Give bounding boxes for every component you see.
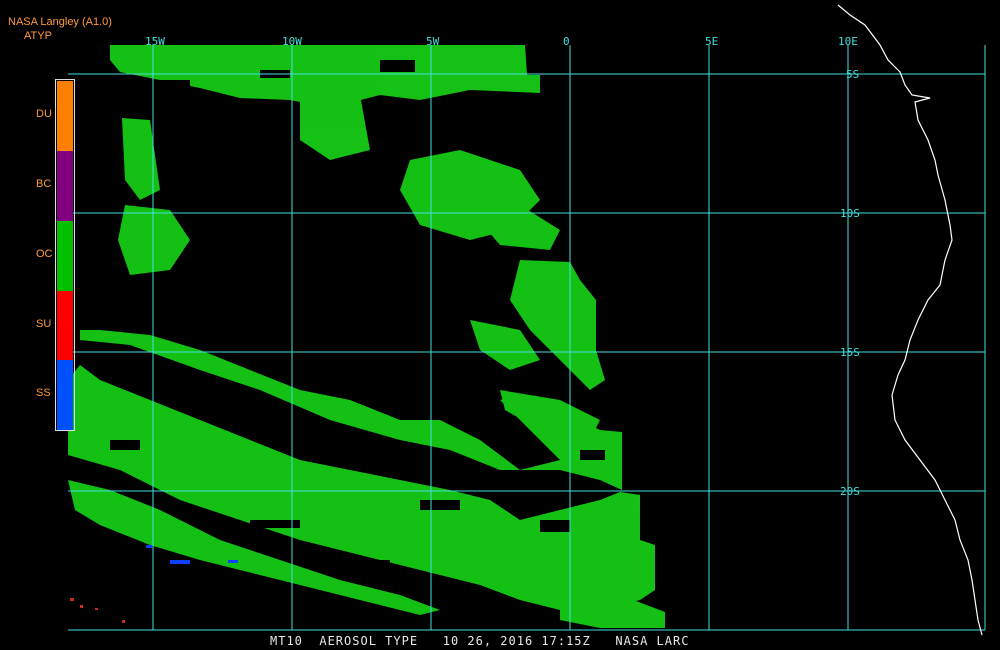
map-footer-caption: MT10 AEROSOL TYPE 10 26, 2016 17:15Z NAS… — [270, 634, 690, 648]
lon-label: 5W — [426, 35, 440, 48]
legend-swatch-oc — [57, 221, 73, 291]
legend-label-su: SU — [36, 318, 52, 330]
legend-label-du: DU — [36, 108, 52, 120]
legend-swatch-bc — [57, 151, 73, 221]
legend-label-ss: SS — [36, 387, 51, 399]
aerosol-type-map: 15W 10W 5W 0 5E 10E 5S 10S 15S 20S — [0, 0, 1000, 650]
lon-label: 0 — [563, 35, 570, 48]
lon-label: 10W — [282, 35, 302, 48]
product-source-title: NASA Langley (A1.0) — [8, 16, 112, 28]
legend-swatch-su — [57, 291, 73, 361]
product-code: ATYP — [24, 30, 52, 42]
legend-label-bc: BC — [36, 178, 52, 190]
lat-label: 10S — [840, 207, 860, 220]
lon-label: 10E — [838, 35, 858, 48]
legend-label-oc: OC — [36, 248, 53, 260]
color-legend — [55, 79, 75, 431]
lat-label: 5S — [846, 68, 859, 81]
legend-swatch-du — [57, 81, 73, 151]
legend-swatch-ss — [57, 360, 73, 430]
lon-label: 15W — [145, 35, 165, 48]
lat-label: 15S — [840, 346, 860, 359]
lat-label: 20S — [840, 485, 860, 498]
lon-label: 5E — [705, 35, 718, 48]
